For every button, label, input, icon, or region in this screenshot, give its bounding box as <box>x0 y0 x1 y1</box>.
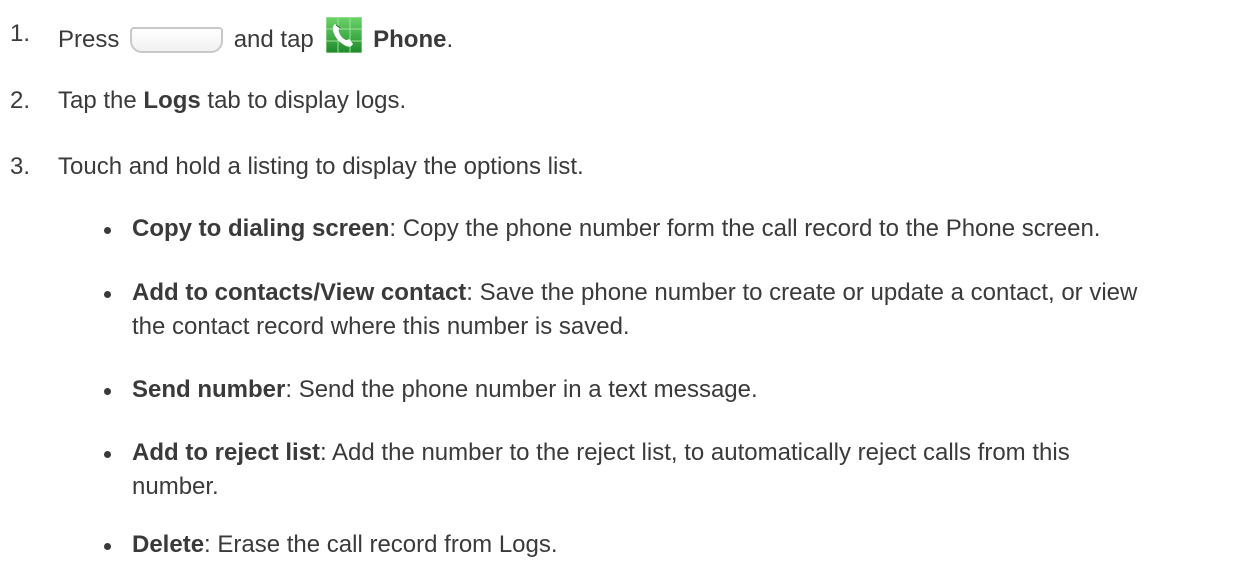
step-2-post: tab to display logs. <box>207 87 407 114</box>
bullet-dot <box>104 451 111 458</box>
option-text: Add to reject list: Add the number to th… <box>132 436 1132 504</box>
bullet-dot <box>104 543 111 550</box>
step-text: Tap the Logs tab to display logs. <box>58 84 406 118</box>
option-term: Send number <box>132 376 286 403</box>
step-text: Press and tap Phone. <box>58 16 454 57</box>
option-text: Delete: Erase the call record from Logs. <box>132 528 1247 562</box>
step-number: 2. <box>10 87 31 114</box>
bullet-dot <box>104 291 111 298</box>
bullet-dot <box>104 388 111 395</box>
option-desc: : Erase the call record from Logs. <box>204 531 558 558</box>
step-1-pre: Press <box>58 26 120 53</box>
step-text: Touch and hold a listing to display the … <box>58 153 584 180</box>
option-text: Add to contacts/View contact: Save the p… <box>132 276 1152 344</box>
option-desc: : Copy the phone number form the call re… <box>389 215 1101 242</box>
step-1-post: . <box>446 26 454 53</box>
option-term: Delete <box>132 531 205 558</box>
option-term: Add to reject list <box>132 439 321 466</box>
phone-icon <box>325 16 363 54</box>
step-number: 1. <box>10 20 31 47</box>
step-1-bold: Phone <box>373 26 447 53</box>
step-2-bold: Logs <box>143 87 201 114</box>
option-desc: : Send the phone number in a text messag… <box>285 376 758 403</box>
option-text: Copy to dialing screen: Copy the phone n… <box>132 212 1247 246</box>
home-key-icon <box>130 27 224 53</box>
step-number: 3. <box>10 153 31 180</box>
bullet-dot <box>104 227 111 234</box>
option-text: Send number: Send the phone number in a … <box>132 373 1247 407</box>
step-1-mid: and tap <box>233 26 314 53</box>
option-term: Add to contacts/View contact <box>132 279 467 306</box>
option-term: Copy to dialing screen <box>132 215 390 242</box>
step-2-pre: Tap the <box>58 87 137 114</box>
